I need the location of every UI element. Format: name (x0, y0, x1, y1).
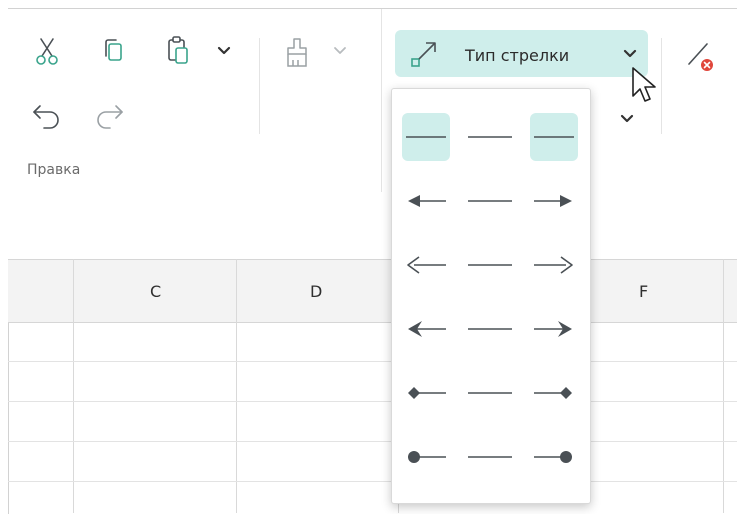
format-painter-icon[interactable] (282, 36, 312, 70)
arrow-type-label: Тип стрелки (465, 46, 570, 65)
cut-icon[interactable] (32, 36, 62, 68)
arrow-start-diamond-option[interactable] (402, 369, 450, 417)
arrow-start-none-option[interactable] (402, 113, 450, 161)
grid-line (723, 259, 724, 513)
column-header-c[interactable]: C (150, 282, 161, 301)
chevron-down-icon[interactable] (620, 114, 634, 124)
arrow-start-stealth-option[interactable] (402, 305, 450, 353)
grid-line (8, 441, 737, 442)
arrow-start-arrow-icon (408, 195, 446, 207)
copy-icon[interactable] (100, 36, 128, 68)
arrow-line-diamond-preview (466, 369, 514, 417)
arrow-line-open-preview (466, 241, 514, 289)
arrow-end-stealth-option[interactable] (530, 305, 578, 353)
column-header-d[interactable]: D (310, 282, 322, 301)
arrow-start-open-option[interactable] (402, 241, 450, 289)
line-icon (468, 200, 512, 202)
redo-icon[interactable] (92, 100, 126, 130)
arrow-start-oval-option[interactable] (402, 433, 450, 481)
arrow-line-oval-preview (466, 433, 514, 481)
line-icon (468, 328, 512, 330)
arrow-end-open-icon (534, 256, 573, 274)
column-header-f[interactable]: F (639, 282, 648, 301)
arrow-start-oval-icon (408, 451, 446, 463)
arrow-line-arrow-preview (466, 177, 514, 225)
grid-line (8, 401, 737, 402)
arrow-end-arrow-option[interactable] (530, 177, 578, 225)
arrow-end-none-option[interactable] (530, 113, 578, 161)
ribbon-separator (259, 38, 260, 134)
grid-line (73, 259, 74, 513)
line-icon (468, 392, 512, 394)
arrow-type-icon (411, 42, 436, 67)
no-line-icon[interactable] (685, 38, 719, 78)
line-icon (468, 264, 512, 266)
arrow-end-open-option[interactable] (530, 241, 578, 289)
arrow-end-none-icon (534, 136, 574, 138)
column-header-row: C D F (8, 259, 737, 323)
undo-icon[interactable] (30, 100, 64, 130)
group-label-edit: Правка (27, 162, 81, 178)
arrow-start-diamond-icon (408, 387, 446, 399)
arrow-end-diamond-icon (534, 387, 572, 399)
arrow-line-none-preview (466, 113, 514, 161)
format-painter-chevron-icon[interactable] (333, 46, 347, 56)
formula-area (8, 192, 737, 259)
ribbon-separator (661, 38, 662, 134)
arrow-end-diamond-option[interactable] (530, 369, 578, 417)
arrow-start-open-icon (407, 256, 446, 274)
chevron-down-icon (623, 49, 637, 58)
mouse-cursor-icon (632, 67, 656, 102)
arrow-start-stealth-icon (408, 321, 446, 337)
arrow-end-oval-option[interactable] (530, 433, 578, 481)
arrow-end-arrow-icon (534, 195, 572, 207)
arrow-line-stealth-preview (466, 305, 514, 353)
grid-line (236, 259, 237, 513)
grid-line (8, 361, 737, 362)
arrow-type-button[interactable]: Тип стрелки (395, 30, 648, 77)
arrow-end-stealth-icon (534, 321, 572, 337)
paste-dropdown-chevron-icon[interactable] (217, 46, 231, 56)
arrow-type-menu (391, 88, 591, 504)
arrow-end-oval-icon (534, 451, 572, 463)
line-icon (468, 136, 512, 138)
arrow-start-arrow-option[interactable] (402, 177, 450, 225)
line-icon (468, 456, 512, 458)
arrow-start-none-icon (406, 136, 446, 138)
paste-icon[interactable] (164, 34, 194, 68)
grid-line (8, 481, 737, 482)
ribbon-separator (381, 9, 382, 192)
